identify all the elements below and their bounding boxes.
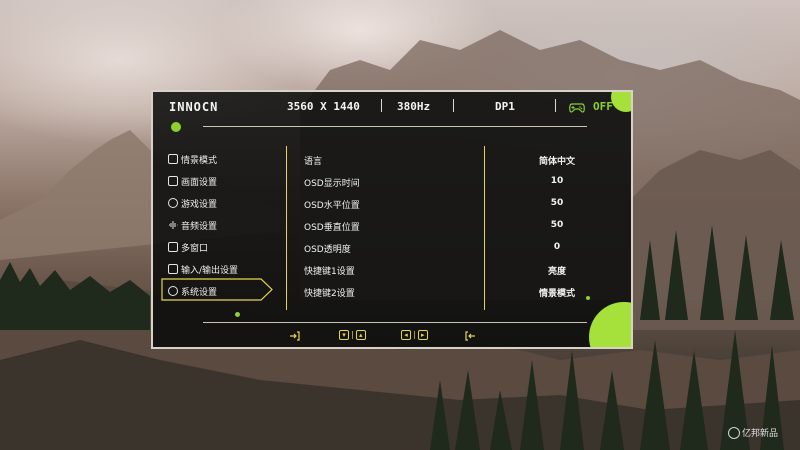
setting-label: OSD显示时间: [304, 179, 360, 189]
selection-frame: [161, 278, 273, 301]
setting-label: 快捷键2设置: [304, 289, 355, 299]
scenario-icon: [168, 154, 178, 164]
game-mode-status: OFF: [593, 100, 613, 113]
setting-value: 0: [553, 242, 561, 252]
menu-item-io-settings[interactable]: 输入/输出设置: [159, 258, 299, 280]
gamepad-icon: [569, 99, 585, 118]
setting-value: 10: [550, 176, 564, 186]
menu-item-system-settings[interactable]: 系统设置: [159, 278, 299, 302]
osd-menu-panel: INNOCN 3560 X 1440 380Hz DP1 OFF 情景模式 画面…: [151, 90, 633, 349]
menu-item-game-settings[interactable]: 游戏设置: [159, 192, 299, 214]
enter-icon: [289, 330, 301, 345]
menu-item-label: 音频设置: [181, 221, 218, 232]
input-source-readout: DP1: [495, 100, 515, 113]
brand-logo: INNOCN: [169, 100, 219, 114]
audio-icon: [168, 220, 178, 230]
io-icon: [168, 264, 178, 274]
resolution-readout: 3560 X 1440: [287, 100, 360, 113]
window-icon: [168, 242, 178, 252]
header-rule: [203, 126, 587, 127]
header-divider: [555, 99, 556, 112]
setting-value: 50: [550, 220, 564, 230]
menu-item-scenario-mode[interactable]: 情景模式: [159, 148, 299, 170]
menu-item-label: 画面设置: [181, 177, 218, 188]
setting-value: 简体中文: [538, 157, 575, 167]
watermark-logo-icon: [728, 427, 740, 439]
menu-item-label: 输入/输出设置: [181, 265, 239, 276]
menu-item-picture-settings[interactable]: 画面设置: [159, 170, 299, 192]
menu-item-label: 情景模式: [181, 155, 218, 166]
setting-label: 语言: [304, 157, 323, 167]
watermark-text: 亿邦新品: [742, 429, 779, 439]
menu-item-label: 游戏设置: [181, 199, 218, 210]
column-divider: [286, 146, 287, 310]
gamepad-icon: [168, 198, 178, 208]
setting-value: 50: [550, 198, 564, 208]
left-right-icon: ◂ | ▸: [401, 330, 430, 340]
menu-item-audio-settings[interactable]: 音频设置: [159, 214, 299, 236]
setting-label: 快捷键1设置: [304, 267, 355, 277]
column-divider: [484, 146, 485, 310]
setting-label: OSD垂直位置: [304, 223, 360, 233]
setting-value: 亮度: [547, 267, 566, 277]
setting-value: 情景模式: [538, 289, 575, 299]
header-divider: [381, 99, 382, 112]
refresh-rate-readout: 380Hz: [397, 100, 431, 113]
osd-header: INNOCN 3560 X 1440 380Hz DP1 OFF: [153, 92, 631, 120]
footer-rule: [203, 322, 587, 323]
down-up-icon: ▾ | ▴: [339, 330, 368, 340]
header-divider: [453, 99, 454, 112]
footer-nav: ▾ | ▴ ◂ | ▸: [153, 330, 631, 342]
main-menu: 情景模式 画面设置 游戏设置 音频设置 多窗口 输入/输出设置 系统设置: [159, 148, 299, 302]
decor-bubble-bottom-small: [235, 312, 240, 317]
picture-icon: [168, 176, 178, 186]
back-icon: [464, 330, 476, 345]
setting-label: OSD透明度: [304, 245, 351, 255]
menu-item-multi-window[interactable]: 多窗口: [159, 236, 299, 258]
setting-label: OSD水平位置: [304, 201, 360, 211]
decor-bubble-top-left: [171, 122, 181, 132]
menu-item-label: 多窗口: [181, 243, 209, 254]
